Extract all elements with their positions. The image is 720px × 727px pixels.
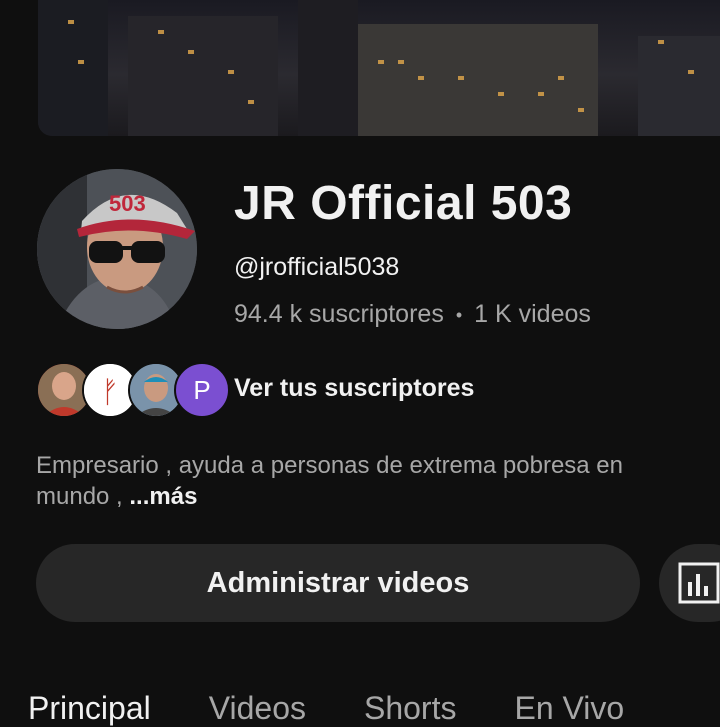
channel-handle: @jrofficial5038 [234, 253, 400, 281]
tab-principal[interactable]: Principal [28, 690, 151, 727]
channel-tabs: Principal Videos Shorts En Vivo [28, 690, 682, 727]
channel-stats: 94.4 k suscriptores • 1 K videos [234, 300, 591, 329]
avatar-photo: 503 [37, 169, 197, 329]
separator-dot: • [455, 304, 463, 325]
channel-description[interactable]: Empresario , ayuda a personas de extrema… [36, 450, 720, 512]
subscriber-avatars[interactable]: ᚠ P [36, 362, 230, 418]
tab-shorts[interactable]: Shorts [364, 690, 456, 727]
video-count: 1 K videos [474, 300, 591, 328]
subscriber-avatar-glyph: ᚠ [101, 375, 119, 410]
description-line: Empresario , ayuda a personas de extrema… [36, 452, 624, 479]
description-line: mundo , [36, 483, 123, 510]
channel-avatar[interactable]: 503 [37, 169, 197, 329]
channel-name: JR Official 503 [234, 177, 573, 230]
view-subscribers-link[interactable]: Ver tus suscriptores [234, 374, 474, 403]
channel-banner [38, 0, 720, 136]
avatar-cap-text: 503 [109, 191, 146, 216]
tab-en-vivo[interactable]: En Vivo [514, 690, 624, 727]
subscriber-count: 94.4 k suscriptores [234, 300, 444, 328]
subscriber-avatar: P [174, 362, 230, 418]
more-link[interactable]: ...más [129, 483, 197, 510]
manage-videos-button[interactable]: Administrar videos [36, 544, 640, 622]
tab-videos[interactable]: Videos [209, 690, 306, 727]
analytics-icon [678, 562, 720, 604]
analytics-button[interactable] [659, 544, 720, 622]
